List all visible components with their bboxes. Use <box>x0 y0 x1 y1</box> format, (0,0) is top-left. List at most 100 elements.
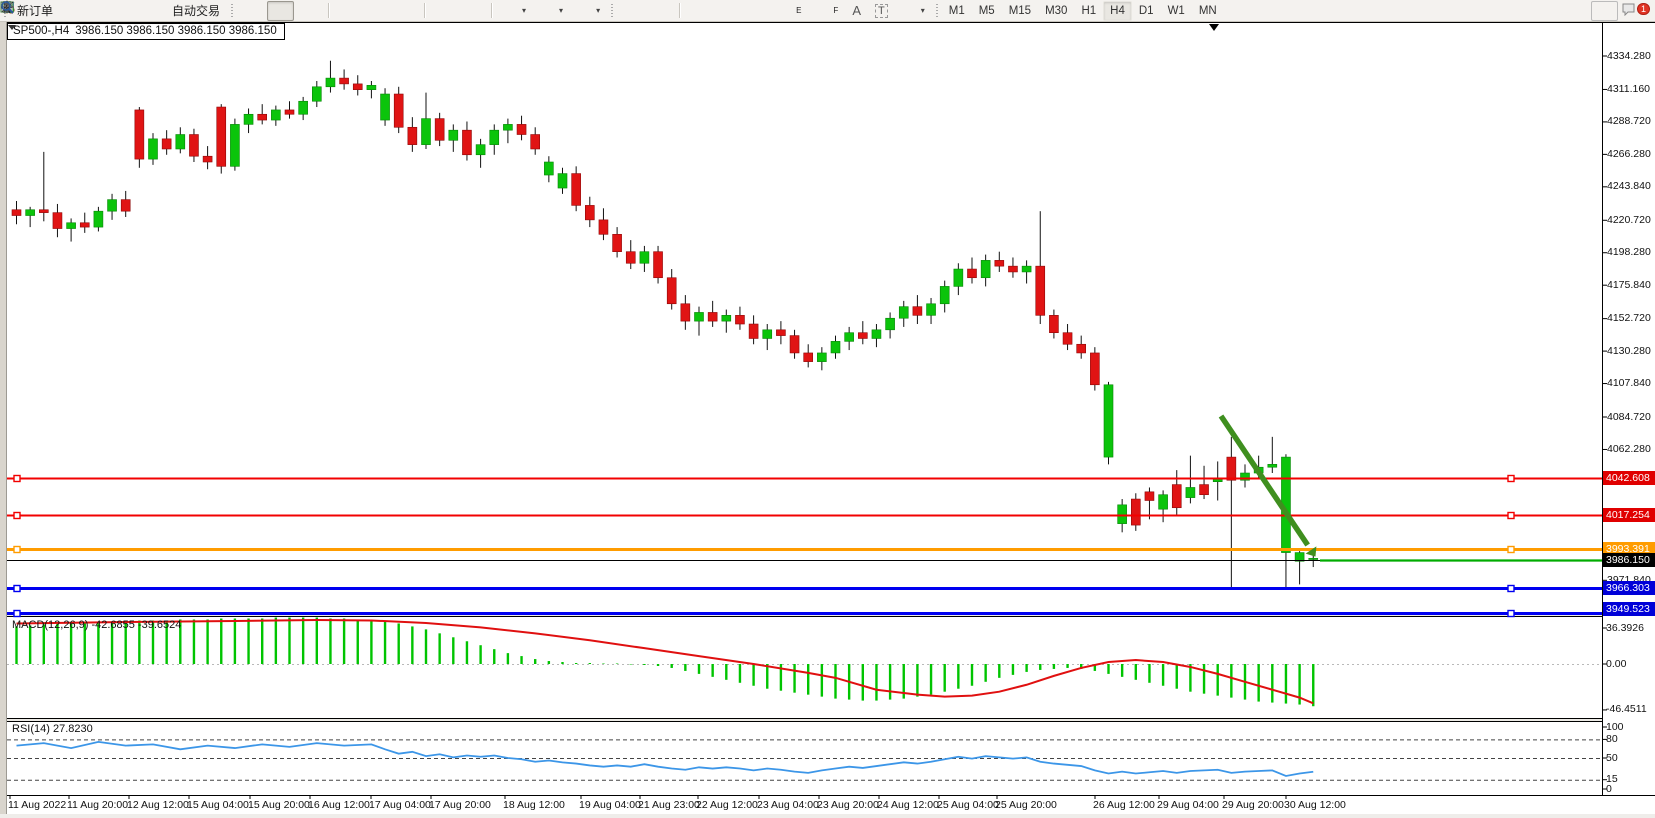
candle-body <box>544 162 553 175</box>
dropdown-caret-icon: ▾ <box>596 6 600 15</box>
candle-body <box>831 341 840 353</box>
signals-button[interactable] <box>119 1 146 21</box>
timeframe-m30[interactable]: M30 <box>1038 1 1074 21</box>
price-tick-label: 4198.280 <box>1607 246 1651 258</box>
candle-body <box>790 336 799 353</box>
trendline-tool-button[interactable] <box>743 1 770 21</box>
channel-tool-button[interactable]: E <box>772 1 807 21</box>
candle-body <box>367 85 376 89</box>
fibonacci-icon <box>815 4 830 18</box>
fibonacci-tool-button[interactable]: F <box>809 1 844 21</box>
timeframe-m15[interactable]: M15 <box>1002 1 1038 21</box>
time-axis-label: 15 Aug 04:00 <box>187 799 249 811</box>
candle-body <box>1159 495 1168 509</box>
time-axis-label: 19 Aug 04:00 <box>579 799 641 811</box>
line-chart-mode-button[interactable] <box>296 1 323 21</box>
auto-trading-button[interactable]: 自动交易 <box>148 1 226 21</box>
rsi-scale-label: 80 <box>1606 733 1618 745</box>
tile-windows-icon <box>398 4 413 18</box>
candle-body <box>1172 485 1181 508</box>
tile-windows-button[interactable] <box>392 1 419 21</box>
candle-body <box>26 210 35 216</box>
price-list-button[interactable] <box>61 1 88 21</box>
chart-canvas[interactable] <box>0 0 1655 818</box>
signal-waves-icon <box>125 4 140 18</box>
candle-body <box>927 304 936 316</box>
candle-body <box>230 124 239 166</box>
horizontal-line-tool-button[interactable] <box>714 1 741 21</box>
toolbar-drag-handle[interactable] <box>230 3 234 18</box>
timeframe-m5[interactable]: M5 <box>972 1 1002 21</box>
candle-body <box>1118 505 1127 524</box>
search-button[interactable] <box>1591 1 1618 21</box>
candle-body <box>12 210 21 216</box>
arrows-tool-button[interactable]: ▾ <box>896 1 931 21</box>
auto-scroll-button[interactable] <box>430 1 457 21</box>
add-indicator-button[interactable]: ▾ <box>497 1 532 21</box>
text-tool-button[interactable]: A <box>846 1 867 21</box>
time-axis-label: 16 Aug 12:00 <box>308 799 370 811</box>
candle-body <box>1309 558 1318 559</box>
candle-body <box>422 119 431 145</box>
candle-body <box>189 135 198 157</box>
trendline-icon <box>749 4 764 18</box>
candlestick-mode-button[interactable] <box>267 1 294 21</box>
notifications-button[interactable]: 1 <box>1620 1 1647 21</box>
vertical-line-tool-button[interactable] <box>685 1 712 21</box>
chart-window-icon <box>96 4 111 18</box>
cursor-arrow-icon <box>624 4 639 18</box>
chart-title-bar[interactable]: SP500-,H4 3986.150 3986.150 3986.150 398… <box>7 23 285 40</box>
time-axis-label: 17 Aug 04:00 <box>369 799 431 811</box>
indicator-plus-icon <box>503 4 518 18</box>
periods-button[interactable]: ▾ <box>534 1 569 21</box>
dropdown-caret-icon: ▾ <box>559 6 563 15</box>
current-price-badge: 3986.150 <box>1603 553 1655 567</box>
crosshair-tool-button[interactable] <box>647 1 674 21</box>
level-price-badge: 3966.303 <box>1603 581 1655 595</box>
candle-body <box>1063 333 1072 345</box>
candle-body <box>817 353 826 362</box>
time-axis-label: 18 Aug 12:00 <box>503 799 565 811</box>
candle-body <box>517 124 526 134</box>
candle-body <box>954 269 963 286</box>
time-axis-label: 25 Aug 20:00 <box>995 799 1057 811</box>
toolbar-drag-handle[interactable] <box>935 3 939 18</box>
candle-body <box>599 220 608 234</box>
candle-body <box>1022 266 1031 272</box>
auto-scroll-icon <box>436 4 451 18</box>
candle-body <box>1145 492 1154 501</box>
price-tick-label: 4062.280 <box>1607 443 1651 455</box>
templates-button[interactable]: ▾ <box>571 1 606 21</box>
toolbar-drag-handle[interactable] <box>610 3 614 18</box>
clock-icon <box>540 4 555 18</box>
bar-chart-mode-button[interactable] <box>238 1 265 21</box>
macd-scale-label: -46.4511 <box>1606 703 1647 715</box>
time-axis-label: 23 Aug 04:00 <box>757 799 819 811</box>
timeframe-m1[interactable]: M1 <box>942 1 972 21</box>
timeframe-h4[interactable]: H4 <box>1103 1 1132 21</box>
market-watch-button[interactable] <box>90 1 117 21</box>
zoom-out-button[interactable] <box>363 1 390 21</box>
fibonacci-letter: F <box>833 6 838 15</box>
candle-body <box>735 315 744 324</box>
price-tick-label: 4288.720 <box>1607 115 1651 127</box>
candle-body <box>408 127 417 144</box>
chart-shift-button[interactable] <box>459 1 486 21</box>
candle-body <box>1008 266 1017 272</box>
new-order-button[interactable]: 新订单 <box>11 1 59 21</box>
horizontal-line-icon <box>720 4 735 18</box>
candle-body <box>1227 457 1236 480</box>
timeframe-d1[interactable]: D1 <box>1132 1 1161 21</box>
cursor-tool-button[interactable] <box>618 1 645 21</box>
candle-body <box>285 110 294 114</box>
timeframe-w1[interactable]: W1 <box>1161 1 1192 21</box>
text-label-tool-button[interactable]: T <box>869 1 894 21</box>
candle-body <box>1268 464 1277 467</box>
timeframe-h1[interactable]: H1 <box>1074 1 1103 21</box>
new-order-label: 新订单 <box>17 2 53 19</box>
candle-body <box>326 78 335 87</box>
notification-count-badge: 1 <box>1637 3 1650 15</box>
zoom-in-button[interactable] <box>334 1 361 21</box>
macd-scale-label: 36.3926 <box>1606 622 1644 634</box>
timeframe-mn[interactable]: MN <box>1192 1 1224 21</box>
